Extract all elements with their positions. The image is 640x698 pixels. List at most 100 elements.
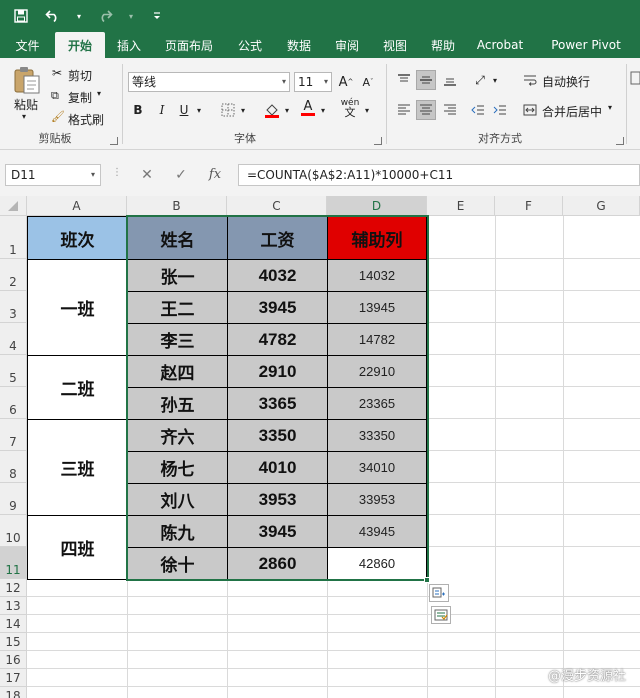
header-cell-name[interactable]: 姓名: [127, 216, 228, 260]
phonetic-dropdown-icon[interactable]: ▾: [362, 100, 372, 120]
name-cell[interactable]: 李三: [127, 323, 228, 356]
paste-icon[interactable]: [12, 66, 42, 94]
row-header[interactable]: 8: [0, 451, 27, 483]
align-middle-icon[interactable]: [416, 70, 436, 90]
shrink-font-button[interactable]: Aˇ: [358, 72, 378, 92]
wrap-text-icon[interactable]: [520, 70, 540, 90]
tab-file[interactable]: 文件: [0, 32, 55, 58]
undo-icon[interactable]: [42, 5, 64, 27]
borders-dropdown-icon[interactable]: ▾: [238, 100, 248, 120]
orientation-icon[interactable]: ⤢: [470, 70, 490, 90]
tab-help[interactable]: 帮助: [419, 32, 467, 58]
merge-center-button[interactable]: 合并后居中: [542, 103, 602, 120]
row-header[interactable]: 16: [0, 651, 27, 669]
fill-color-dropdown-icon[interactable]: ▾: [282, 100, 292, 120]
fill-handle[interactable]: [424, 577, 430, 583]
row-header[interactable]: 10: [0, 515, 27, 547]
save-icon[interactable]: [10, 5, 32, 27]
align-top-icon[interactable]: [394, 70, 414, 90]
row-header[interactable]: 12: [0, 579, 27, 597]
tab-review[interactable]: 审阅: [323, 32, 371, 58]
row-header[interactable]: 13: [0, 597, 27, 615]
phonetic-icon[interactable]: wén 文: [340, 98, 360, 119]
salary-cell[interactable]: 2910: [227, 355, 328, 388]
name-cell[interactable]: 陈九: [127, 515, 228, 548]
class-cell[interactable]: 二班: [27, 355, 128, 420]
align-left-icon[interactable]: [394, 100, 414, 120]
borders-icon[interactable]: [218, 100, 238, 120]
quick-analysis-icon[interactable]: [431, 606, 451, 624]
font-launcher-icon[interactable]: [374, 137, 382, 145]
helper-cell[interactable]: 33350: [327, 419, 427, 452]
name-cell[interactable]: 孙五: [127, 387, 228, 420]
worksheet-grid[interactable]: A B C D E F G 1 2 3 4 5 6 7 8 9 10 11 12…: [0, 196, 640, 698]
helper-cell[interactable]: 14782: [327, 323, 427, 356]
more-options-icon[interactable]: ⋮: [112, 167, 122, 178]
cancel-icon[interactable]: ✕: [136, 164, 158, 186]
salary-cell[interactable]: 2860: [227, 547, 328, 580]
redo-dropdown-icon[interactable]: ▾: [126, 5, 136, 27]
align-bottom-icon[interactable]: [440, 70, 460, 90]
row-header[interactable]: 5: [0, 355, 27, 387]
salary-cell[interactable]: 3945: [227, 515, 328, 548]
font-size-combo[interactable]: 11 ▾: [294, 72, 332, 92]
confirm-icon[interactable]: ✓: [170, 164, 192, 186]
header-cell-class[interactable]: 班次: [27, 216, 128, 260]
header-cell-salary[interactable]: 工资: [227, 216, 328, 260]
tab-acrobat[interactable]: Acrobat: [467, 32, 533, 58]
row-header[interactable]: 9: [0, 483, 27, 515]
tab-formulas[interactable]: 公式: [225, 32, 275, 58]
column-header-f[interactable]: F: [495, 196, 563, 216]
active-cell[interactable]: 42860: [327, 547, 427, 580]
insert-function-icon[interactable]: fx: [204, 164, 226, 186]
helper-cell[interactable]: 22910: [327, 355, 427, 388]
salary-cell[interactable]: 3953: [227, 483, 328, 516]
cut-icon[interactable]: ✂: [52, 66, 62, 80]
customize-icon[interactable]: [146, 5, 168, 27]
number-format-icon[interactable]: [630, 68, 640, 88]
tab-insert[interactable]: 插入: [105, 32, 153, 58]
column-header-a[interactable]: A: [27, 196, 127, 216]
column-header-g[interactable]: G: [563, 196, 640, 216]
copy-dropdown-icon[interactable]: ▾: [97, 89, 101, 98]
font-color-dropdown-icon[interactable]: ▾: [318, 100, 328, 120]
undo-dropdown-icon[interactable]: ▾: [74, 5, 84, 27]
name-cell[interactable]: 刘八: [127, 483, 228, 516]
merge-center-icon[interactable]: [520, 100, 540, 120]
helper-cell[interactable]: 23365: [327, 387, 427, 420]
select-all-corner[interactable]: [0, 196, 27, 216]
row-header[interactable]: 6: [0, 387, 27, 419]
salary-cell[interactable]: 4010: [227, 451, 328, 484]
increase-indent-icon[interactable]: [490, 100, 510, 120]
row-header[interactable]: 7: [0, 419, 27, 451]
font-color-icon[interactable]: A: [298, 98, 318, 118]
name-cell[interactable]: 张一: [127, 259, 228, 292]
row-header[interactable]: 18: [0, 687, 27, 698]
salary-cell[interactable]: 3365: [227, 387, 328, 420]
decrease-indent-icon[interactable]: [468, 100, 488, 120]
column-header-d[interactable]: D: [327, 196, 427, 216]
align-center-icon[interactable]: [416, 100, 436, 120]
tab-page-layout[interactable]: 页面布局: [153, 32, 225, 58]
class-cell[interactable]: 三班: [27, 419, 128, 516]
paste-button[interactable]: 粘贴: [14, 96, 38, 113]
tab-data[interactable]: 数据: [275, 32, 323, 58]
class-cell[interactable]: 四班: [27, 515, 128, 580]
salary-cell[interactable]: 4032: [227, 259, 328, 292]
column-header-e[interactable]: E: [427, 196, 495, 216]
underline-dropdown-icon[interactable]: ▾: [194, 100, 204, 120]
clipboard-launcher-icon[interactable]: [110, 137, 118, 145]
helper-cell[interactable]: 34010: [327, 451, 427, 484]
redo-icon[interactable]: [94, 5, 116, 27]
helper-cell[interactable]: 14032: [327, 259, 427, 292]
alignment-launcher-icon[interactable]: [616, 137, 624, 145]
copy-button[interactable]: 复制: [68, 89, 92, 106]
row-header[interactable]: 15: [0, 633, 27, 651]
underline-button[interactable]: U: [174, 100, 194, 120]
format-painter-icon[interactable]: 🖌: [51, 110, 65, 123]
orientation-dropdown-icon[interactable]: ▾: [490, 70, 500, 90]
font-name-combo[interactable]: 等线 ▾: [128, 72, 290, 92]
row-header[interactable]: 3: [0, 291, 27, 323]
tab-view[interactable]: 视图: [371, 32, 419, 58]
name-cell[interactable]: 徐十: [127, 547, 228, 580]
